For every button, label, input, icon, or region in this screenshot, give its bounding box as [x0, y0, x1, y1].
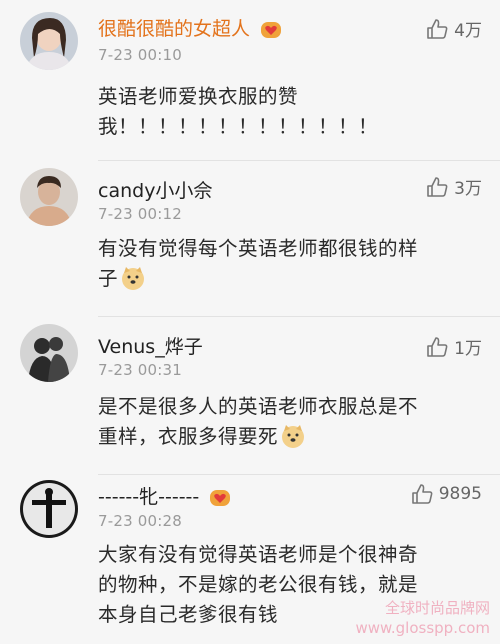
username[interactable]: candy小小佘 [98, 176, 212, 203]
comment-line: 我！！！！！！！！！！！！！ [98, 115, 379, 138]
username[interactable]: ------牝------ [98, 482, 231, 509]
comment-item: 很酷很酷的女超人 7-23 00:10 4万 英语老师爱换衣服的赞 我！！！！！… [0, 0, 500, 160]
comment-line: 有没有觉得每个英语老师都很钱的样 [98, 237, 419, 260]
thumbs-up-icon [427, 18, 448, 39]
avatar[interactable] [20, 168, 78, 226]
avatar[interactable] [20, 324, 78, 382]
like-count: 4万 [454, 21, 482, 41]
like-button[interactable]: 1万 [426, 334, 482, 359]
thumbs-up-icon [427, 176, 448, 197]
thumbs-up-icon [427, 336, 448, 357]
doge-emoji-icon [282, 425, 305, 448]
username-text[interactable]: 很酷很酷的女超人 [98, 18, 250, 40]
avatar[interactable] [20, 12, 78, 70]
avatar-photo-icon [20, 324, 78, 382]
comment-line: 重样，衣服多得要死 [98, 425, 279, 448]
like-count: 9895 [438, 484, 482, 504]
username[interactable]: Venus_烨子 [98, 332, 203, 359]
comment-text: 英语老师爱换衣服的赞 我！！！！！！！！！！！！！ [98, 82, 488, 142]
comment-text: 大家有没有觉得英语老师是个很神奇 的物种，不是嫁的老公很有钱，就是 本身自己老爹… [98, 540, 488, 630]
avatar[interactable] [20, 480, 78, 538]
avatar-photo-icon [20, 12, 78, 70]
heart-badge-icon [210, 489, 231, 506]
avatar-photo-icon [20, 480, 78, 538]
like-count: 3万 [454, 179, 482, 199]
like-button[interactable]: 3万 [426, 174, 482, 199]
heart-badge-icon [261, 21, 282, 38]
doge-emoji-icon [122, 267, 145, 290]
comment-text: 有没有觉得每个英语老师都很钱的样 子 [98, 234, 488, 294]
comment-line: 英语老师爱换衣服的赞 [98, 85, 299, 108]
avatar-photo-icon [20, 168, 78, 226]
like-button[interactable]: 4万 [426, 16, 482, 41]
comment-time: 7-23 00:28 [98, 512, 183, 530]
comment-line: 子 [98, 267, 119, 290]
comment-text: 是不是很多人的英语老师衣服总是不 重样，衣服多得要死 [98, 392, 488, 452]
like-button[interactable]: 9895 [411, 484, 482, 504]
comment-line: 的物种，不是嫁的老公很有钱，就是 [98, 573, 419, 596]
comment-time: 7-23 00:12 [98, 205, 183, 223]
comment-line: 本身自己老爹很有钱 [98, 603, 279, 626]
comment-item: Venus_烨子 7-23 00:31 1万 是不是很多人的英语老师衣服总是不 … [0, 316, 500, 474]
comment-line: 是不是很多人的英语老师衣服总是不 [98, 395, 419, 418]
like-count: 1万 [454, 339, 482, 359]
username[interactable]: 很酷很酷的女超人 [98, 14, 282, 41]
comment-time: 7-23 00:31 [98, 361, 183, 379]
thumbs-up-icon [411, 484, 433, 504]
comment-line: 大家有没有觉得英语老师是个很神奇 [98, 543, 419, 566]
comment-time: 7-23 00:10 [98, 46, 183, 64]
comment-item: ------牝------ 7-23 00:28 9895 大家有没有觉得英语老… [0, 474, 500, 644]
comment-item: candy小小佘 7-23 00:12 3万 有没有觉得每个英语老师都很钱的样 … [0, 160, 500, 316]
username-text[interactable]: ------牝------ [98, 486, 199, 508]
